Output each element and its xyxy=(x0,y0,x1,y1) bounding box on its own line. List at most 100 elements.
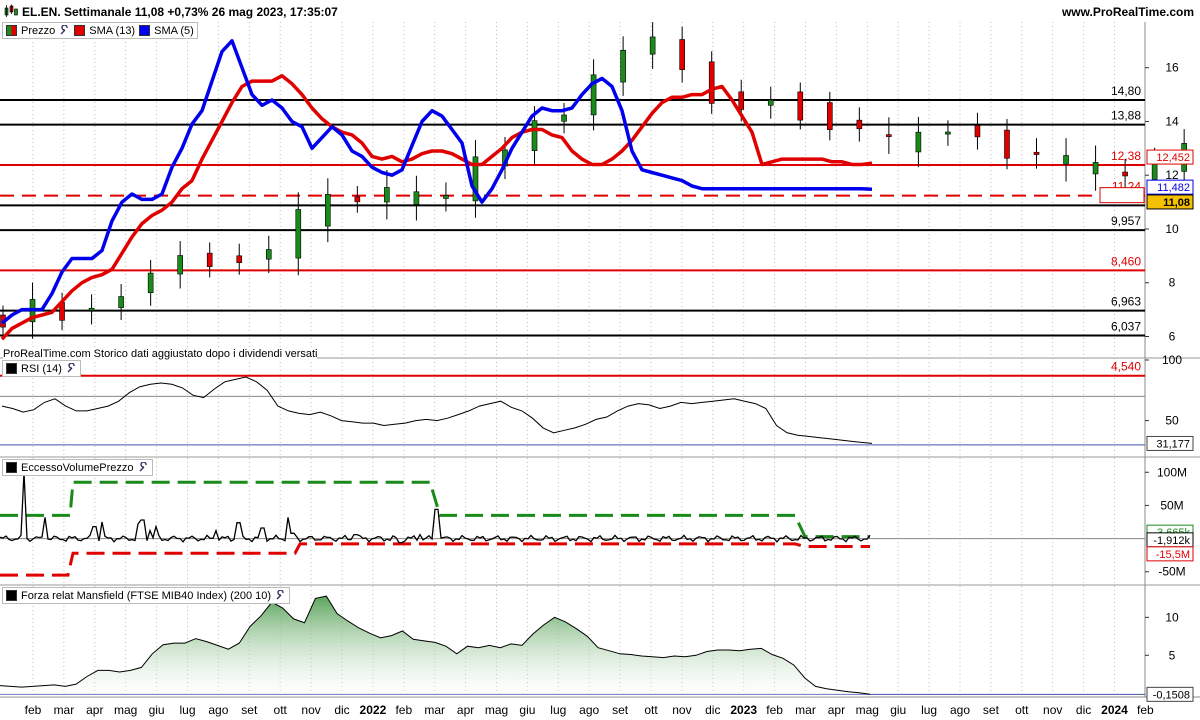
x-tick-label: ott xyxy=(644,703,658,717)
wrench-icon[interactable] xyxy=(66,363,77,374)
value-badge-label: -0,1508 xyxy=(1153,689,1190,701)
mansfield-area xyxy=(0,596,870,697)
value-badge: -0,1508 xyxy=(1146,686,1194,702)
wrench-icon[interactable] xyxy=(275,590,286,601)
volume-y-tick-label: 100M xyxy=(1157,465,1187,479)
sma13-swatch-icon xyxy=(74,25,86,36)
price-y-tick-label: 14 xyxy=(1165,114,1179,128)
value-badge-label: 11,08 xyxy=(1163,197,1190,209)
legend-rsi-label: RSI (14) xyxy=(21,362,62,375)
x-tick-label: lug xyxy=(921,703,937,717)
x-tick-label: ott xyxy=(1015,703,1029,717)
price-y-tick-label: 16 xyxy=(1165,61,1179,75)
candle-body xyxy=(679,39,685,70)
x-tick-label: mar xyxy=(54,703,75,717)
rsi-line xyxy=(1,376,873,444)
mansfield-y-tick-label: 10 xyxy=(1165,610,1179,624)
price-y-tick-label: 10 xyxy=(1165,222,1179,236)
candle-body xyxy=(1004,129,1010,159)
x-tick-label: giu xyxy=(519,703,535,717)
candle-body xyxy=(974,125,981,138)
candle-body xyxy=(827,102,833,130)
rsi-swatch-icon xyxy=(6,363,17,374)
chart-canvas[interactable]: 14,8013,8812,3811,2410,889,9578,4606,963… xyxy=(0,0,1200,720)
x-tick-label: nov xyxy=(672,703,691,717)
x-tick-label: mag xyxy=(485,703,508,717)
legend-volume-label: EccessoVolumePrezzo xyxy=(21,461,134,474)
volume-swatch-icon xyxy=(6,462,17,473)
x-tick-label: nov xyxy=(1043,703,1062,717)
candle-body xyxy=(561,114,567,122)
price-level-label: 9,957 xyxy=(1111,214,1141,228)
value-badge-label: -1,912k xyxy=(1153,535,1190,547)
value-badge: -15,5M xyxy=(1146,546,1194,562)
sma5-swatch-icon xyxy=(139,25,151,36)
x-tick-label: set xyxy=(241,703,258,717)
candle-body xyxy=(147,272,154,294)
candle-body xyxy=(325,194,331,227)
x-tick-label: dic xyxy=(1076,703,1091,717)
price-level-label: 14,80 xyxy=(1111,84,1141,98)
candle-body xyxy=(354,196,361,203)
candle-body xyxy=(384,187,390,203)
candle-body xyxy=(1151,163,1158,180)
candle-body xyxy=(738,91,745,110)
x-tick-label: set xyxy=(612,703,629,717)
legend-sma5-label: SMA (5) xyxy=(154,24,194,37)
x-tick-label: ago xyxy=(208,703,228,717)
x-tick-label: feb xyxy=(766,703,783,717)
price-level-label: 6,963 xyxy=(1111,295,1141,309)
x-tick-label: 2024 xyxy=(1101,703,1128,717)
candle-body xyxy=(708,61,715,104)
mansfield-swatch-icon xyxy=(6,590,17,601)
price-level-badge xyxy=(1099,187,1145,204)
price-level-label: 13,88 xyxy=(1111,109,1141,123)
candle-body xyxy=(236,255,243,263)
candle-body xyxy=(206,252,213,267)
price-y-tick-label: 8 xyxy=(1169,276,1176,290)
candle-body xyxy=(88,307,95,311)
rsi-legend: RSI (14) xyxy=(2,360,81,377)
candle-body xyxy=(1063,155,1069,165)
x-tick-label: set xyxy=(983,703,1000,717)
wrench-icon[interactable] xyxy=(138,462,149,473)
volume-y-tick-label: -50M xyxy=(1158,565,1185,579)
candle-body xyxy=(945,131,951,135)
value-badge: 11,482 xyxy=(1146,179,1194,195)
x-tick-label: mar xyxy=(795,703,816,717)
candle-body xyxy=(295,209,302,259)
x-tick-label: dic xyxy=(334,703,349,717)
value-badge: 12,452 xyxy=(1146,149,1194,165)
legend-mansfield-label: Forza relat Mansfield (FTSE MIB40 Index)… xyxy=(21,589,272,602)
candle-body xyxy=(443,195,449,199)
candle-body xyxy=(1092,162,1099,175)
x-tick-label: feb xyxy=(1137,703,1154,717)
price-level-label: 12,38 xyxy=(1111,149,1141,163)
price-level-label: 8,460 xyxy=(1111,254,1141,268)
legend-sma13-label: SMA (13) xyxy=(89,24,136,37)
x-tick-label: lug xyxy=(550,703,566,717)
value-badge-label: 11,482 xyxy=(1157,182,1190,194)
value-badge-label: 12,452 xyxy=(1156,152,1190,164)
mansfield-legend: Forza relat Mansfield (FTSE MIB40 Index)… xyxy=(2,587,291,604)
price-level-label: 6,037 xyxy=(1111,320,1141,334)
candle-body xyxy=(531,120,538,151)
x-tick-label: nov xyxy=(301,703,320,717)
volume-y-tick-label: 50M xyxy=(1160,498,1183,512)
candle-body xyxy=(1122,171,1128,177)
x-tick-label: 2022 xyxy=(360,703,387,717)
x-tick-label: apr xyxy=(457,703,474,717)
candle-body xyxy=(620,49,626,83)
x-tick-label: giu xyxy=(890,703,906,717)
value-badge-label: 31,177 xyxy=(1156,438,1190,450)
x-tick-label: ago xyxy=(579,703,599,717)
value-badge: 11,08 xyxy=(1146,194,1194,210)
x-tick-label: feb xyxy=(395,703,412,717)
value-badge-label: -15,5M xyxy=(1156,549,1190,561)
footnote: ProRealTime.com Storico dati aggiustato … xyxy=(3,348,318,360)
wrench-icon[interactable] xyxy=(59,25,70,36)
price-y-tick-label: 6 xyxy=(1169,329,1176,343)
x-tick-label: 2023 xyxy=(730,703,757,717)
rsi-y-tick-label: 50 xyxy=(1165,414,1179,428)
x-tick-label: giu xyxy=(149,703,165,717)
